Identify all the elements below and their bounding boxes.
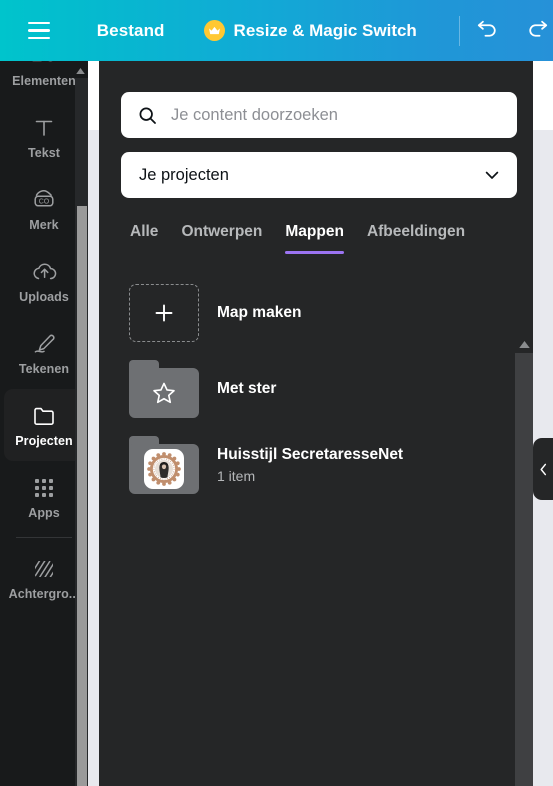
sidebar-item-achtergrond[interactable]: Achtergro... xyxy=(4,542,84,614)
sidebar-divider xyxy=(16,537,72,538)
top-toolbar: Bestand Resize & Magic Switch xyxy=(0,0,553,61)
resize-magic-switch-button[interactable]: Resize & Magic Switch xyxy=(196,14,425,47)
canva-editor-window: Bestand Resize & Magic Switch Elementen … xyxy=(0,0,553,786)
pen-draw-icon xyxy=(32,331,57,357)
search-input[interactable]: Je content doorzoeken xyxy=(121,92,517,138)
brand-folder-thumb xyxy=(129,436,199,494)
tab-ontwerpen[interactable]: Ontwerpen xyxy=(181,223,262,254)
brand-folder-row[interactable]: Huisstijl SecretaresseNet 1 item xyxy=(121,427,511,503)
project-scope-dropdown[interactable]: Je projecten xyxy=(121,152,517,198)
folder-item-count: 1 item xyxy=(217,468,256,485)
resize-magic-switch-label: Resize & Magic Switch xyxy=(233,20,417,40)
shapes-icon xyxy=(31,61,57,69)
tab-afbeeldingen[interactable]: Afbeeldingen xyxy=(367,223,465,254)
folder-icon xyxy=(32,403,57,429)
panel-collapse-handle[interactable] xyxy=(533,438,553,500)
panel-scroll-up-icon[interactable] xyxy=(517,337,531,351)
folder-shape xyxy=(129,360,199,418)
sidebar-item-uploads[interactable]: Uploads xyxy=(4,245,84,317)
sidebar-item-label: Elementen xyxy=(12,73,76,88)
starred-folder-row[interactable]: Met ster xyxy=(121,351,511,427)
redo-arrow-icon[interactable] xyxy=(522,11,553,51)
upload-cloud-icon xyxy=(31,259,58,285)
folder-title: Huisstijl SecretaresseNet xyxy=(217,445,404,463)
starred-folder-text: Met ster xyxy=(217,379,276,398)
sidebar-item-merk[interactable]: CO Merk xyxy=(4,173,84,245)
search-placeholder-text: Je content doorzoeken xyxy=(171,105,338,124)
plus-icon xyxy=(152,301,176,325)
chevron-left-icon xyxy=(538,462,549,477)
sidebar-item-projecten[interactable]: Projecten xyxy=(4,389,84,461)
hatch-pattern-icon xyxy=(32,556,56,582)
sidebar-item-tekenen[interactable]: Tekenen xyxy=(4,317,84,389)
panel-scrollbar-track[interactable] xyxy=(515,353,533,786)
sidebar-item-label: Achtergro... xyxy=(8,586,80,601)
sidebar-item-tekst[interactable]: Tekst xyxy=(4,101,84,173)
tab-mappen[interactable]: Mappen xyxy=(285,223,344,254)
folder-body-shape xyxy=(129,368,199,418)
brand-folder-text: Huisstijl SecretaresseNet 1 item xyxy=(217,445,403,485)
folder-list: Map maken Met ster Huisstijl Secretaress… xyxy=(121,275,511,503)
crown-icon xyxy=(203,20,225,41)
sidebar-scrollbar-track[interactable] xyxy=(75,78,88,786)
dashed-placeholder xyxy=(129,284,199,342)
sidebar-item-label: Projecten xyxy=(15,433,73,448)
tab-alle[interactable]: Alle xyxy=(130,223,158,254)
sidebar-item-elementen[interactable]: Elementen xyxy=(4,61,84,101)
sidebar-item-label: Apps xyxy=(28,505,60,520)
text-t-icon xyxy=(32,115,56,141)
sidebar-scrollbar-thumb[interactable] xyxy=(77,206,87,786)
left-sidebar: Elementen Tekst CO Merk Uploads Tekenen … xyxy=(0,61,88,786)
folder-body-shape xyxy=(129,444,199,494)
brand-logo-thumbnail xyxy=(144,449,184,489)
folder-title: Map maken xyxy=(217,304,302,322)
projects-panel: Je content doorzoeken Je projecten Alle … xyxy=(99,61,533,786)
sidebar-scroll-up-icon[interactable] xyxy=(74,64,87,77)
chevron-down-icon xyxy=(482,165,502,185)
toolbar-divider xyxy=(458,15,460,46)
projects-panel-content: Je content doorzoeken Je projecten Alle … xyxy=(99,61,533,503)
create-folder-row[interactable]: Map maken xyxy=(121,275,511,351)
grid-dots-icon xyxy=(33,475,55,501)
folder-shape xyxy=(129,436,199,494)
brand-co-icon: CO xyxy=(31,187,57,213)
sidebar-item-label: Tekenen xyxy=(18,361,70,376)
svg-text:CO: CO xyxy=(39,198,50,205)
project-scope-value: Je projecten xyxy=(139,165,229,184)
content-tabs: Alle Ontwerpen Mappen Afbeeldingen xyxy=(121,223,511,254)
search-icon xyxy=(137,105,158,126)
sidebar-item-label: Uploads xyxy=(19,289,69,304)
folder-title: Met ster xyxy=(217,380,277,398)
starred-folder-thumb xyxy=(129,360,199,418)
create-folder-thumb xyxy=(129,284,199,342)
file-menu-button[interactable]: Bestand xyxy=(88,14,174,48)
sidebar-item-apps[interactable]: Apps xyxy=(4,461,84,533)
hamburger-menu-icon[interactable] xyxy=(22,9,56,53)
star-outline-icon xyxy=(151,380,177,406)
create-folder-text: Map maken xyxy=(217,303,301,322)
sidebar-item-label: Merk xyxy=(29,217,59,232)
sidebar-item-label: Tekst xyxy=(28,145,60,160)
undo-arrow-icon[interactable] xyxy=(473,11,504,51)
